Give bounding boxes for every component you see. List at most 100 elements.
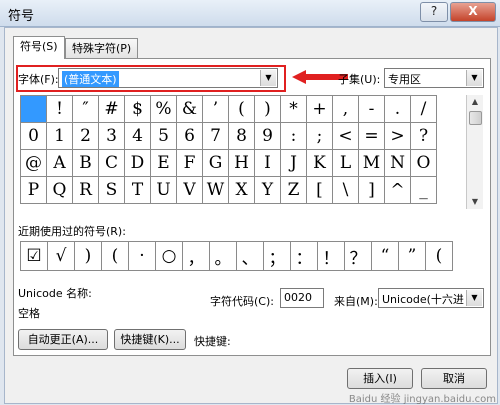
symbol-cell[interactable]: _ [410, 176, 437, 204]
recent-symbol-cell[interactable]: ( [101, 241, 129, 271]
autocorrect-button[interactable]: 自动更正(A)... [18, 329, 108, 350]
symbol-cell[interactable]: B [72, 149, 99, 177]
symbol-cell[interactable]: ’ [202, 95, 229, 123]
tab-symbols[interactable]: 符号(S) [13, 36, 65, 59]
recent-symbol-cell[interactable]: 。 [209, 241, 237, 271]
chevron-down-icon[interactable]: ▼ [466, 290, 482, 306]
recent-symbols-label: 近期使用过的符号(R): [18, 225, 126, 238]
scroll-down-icon[interactable]: ▼ [467, 195, 483, 209]
scroll-up-icon[interactable]: ▲ [467, 95, 483, 109]
symbol-cell[interactable]: * [280, 95, 307, 123]
symbol-cell[interactable]: 8 [228, 122, 255, 150]
help-button[interactable]: ? [420, 2, 448, 22]
close-button[interactable]: X [450, 2, 496, 22]
symbol-cell[interactable]: ) [254, 95, 281, 123]
symbol-cell[interactable]: U [150, 176, 177, 204]
recent-symbol-cell[interactable]: ( [425, 241, 453, 271]
symbol-cell[interactable]: [ [306, 176, 333, 204]
chevron-down-icon[interactable]: ▼ [466, 70, 482, 86]
cancel-button[interactable]: 取消 [421, 368, 487, 389]
recent-symbol-cell[interactable]: ” [398, 241, 426, 271]
symbol-cell[interactable]: E [150, 149, 177, 177]
symbol-cell[interactable]: ^ [384, 176, 411, 204]
recent-symbol-cell[interactable]: √ [47, 241, 75, 271]
symbol-cell[interactable]: Y [254, 176, 281, 204]
symbol-cell[interactable]: Q [46, 176, 73, 204]
symbol-cell[interactable]: 7 [202, 122, 229, 150]
symbol-cell[interactable]: - [358, 95, 385, 123]
symbol-cell[interactable]: D [124, 149, 151, 177]
subset-select[interactable]: 专用区 ▼ [384, 68, 484, 88]
symbol-cell[interactable]: 1 [46, 122, 73, 150]
symbol-cell[interactable]: ″ [72, 95, 99, 123]
symbol-cell[interactable]: % [150, 95, 177, 123]
symbol-cell[interactable]: , [332, 95, 359, 123]
recent-symbol-cell[interactable]: ， [182, 241, 210, 271]
grid-scrollbar[interactable]: ▲ ▼ [466, 95, 483, 209]
recent-symbol-cell[interactable]: “ [371, 241, 399, 271]
symbol-cell[interactable]: ] [358, 176, 385, 204]
scroll-thumb[interactable] [469, 111, 482, 125]
recent-symbol-cell[interactable]: ； [263, 241, 291, 271]
symbol-cell[interactable]: ( [228, 95, 255, 123]
symbol-cell[interactable]: R [72, 176, 99, 204]
symbol-row: 0 1 2 3 4 5 6 7 8 9:; < = >? [20, 122, 437, 150]
symbol-cell[interactable]: I [254, 149, 281, 177]
symbol-cell[interactable]: > [384, 122, 411, 150]
symbol-cell[interactable]: 5 [150, 122, 177, 150]
symbol-cell[interactable]: G [202, 149, 229, 177]
symbol-cell[interactable]: O [410, 149, 437, 177]
recent-symbol-cell[interactable]: ： [290, 241, 318, 271]
recent-symbol-cell[interactable]: ☑ [20, 241, 48, 271]
recent-symbol-cell[interactable]: ) [74, 241, 102, 271]
recent-symbol-cell[interactable]: ？ [344, 241, 372, 271]
symbol-cell[interactable]: & [176, 95, 203, 123]
symbol-cell[interactable]: A [46, 149, 73, 177]
symbol-cell[interactable]: 4 [124, 122, 151, 150]
symbol-cell[interactable]: C [98, 149, 125, 177]
recent-symbol-cell[interactable]: ○ [155, 241, 183, 271]
symbol-cell[interactable]: 2 [72, 122, 99, 150]
symbol-cell[interactable]: ; [306, 122, 333, 150]
symbol-cell[interactable]: 0 [20, 122, 47, 150]
symbol-cell[interactable]: S [98, 176, 125, 204]
from-select[interactable]: Unicode(十六进 ▼ [378, 288, 484, 308]
symbol-cell[interactable]: . [384, 95, 411, 123]
tab-special-characters[interactable]: 特殊字符(P) [65, 38, 139, 58]
recent-symbol-cell[interactable]: ！ [317, 241, 345, 271]
symbol-cell[interactable]: F [176, 149, 203, 177]
symbol-cell[interactable]: Z [280, 176, 307, 204]
symbol-cell[interactable]: ? [410, 122, 437, 150]
symbol-cell[interactable]: 9 [254, 122, 281, 150]
symbol-cell[interactable]: \ [332, 176, 359, 204]
symbol-cell[interactable]: V [176, 176, 203, 204]
symbol-cell[interactable]: / [410, 95, 437, 123]
symbol-cell[interactable]: L [332, 149, 359, 177]
symbol-cell[interactable] [20, 95, 47, 123]
symbol-cell[interactable]: + [306, 95, 333, 123]
symbol-cell[interactable]: N [384, 149, 411, 177]
shortcut-key-button[interactable]: 快捷键(K)... [114, 329, 186, 350]
symbol-cell[interactable]: 3 [98, 122, 125, 150]
recent-symbol-cell[interactable]: · [128, 241, 156, 271]
symbol-cell[interactable]: J [280, 149, 307, 177]
symbol-cell[interactable]: ! [46, 95, 73, 123]
symbol-cell[interactable]: H [228, 149, 255, 177]
symbol-cell[interactable]: W [202, 176, 229, 204]
symbol-cell[interactable]: 6 [176, 122, 203, 150]
insert-button[interactable]: 插入(I) [347, 368, 413, 389]
symbol-cell[interactable]: X [228, 176, 255, 204]
symbol-cell[interactable]: < [332, 122, 359, 150]
symbol-cell[interactable]: : [280, 122, 307, 150]
charcode-input[interactable]: 0020 [280, 288, 324, 308]
symbol-cell[interactable]: # [98, 95, 125, 123]
symbol-cell[interactable]: = [358, 122, 385, 150]
symbol-cell[interactable]: K [306, 149, 333, 177]
symbol-cell[interactable]: M [358, 149, 385, 177]
symbol-cell[interactable]: T [124, 176, 151, 204]
symbol-cell[interactable]: P [20, 176, 47, 204]
symbol-row: @ A B C D E F G H I J K L M N O [20, 149, 437, 177]
symbol-cell[interactable]: $ [124, 95, 151, 123]
recent-symbol-cell[interactable]: 、 [236, 241, 264, 271]
symbol-cell[interactable]: @ [20, 149, 47, 177]
